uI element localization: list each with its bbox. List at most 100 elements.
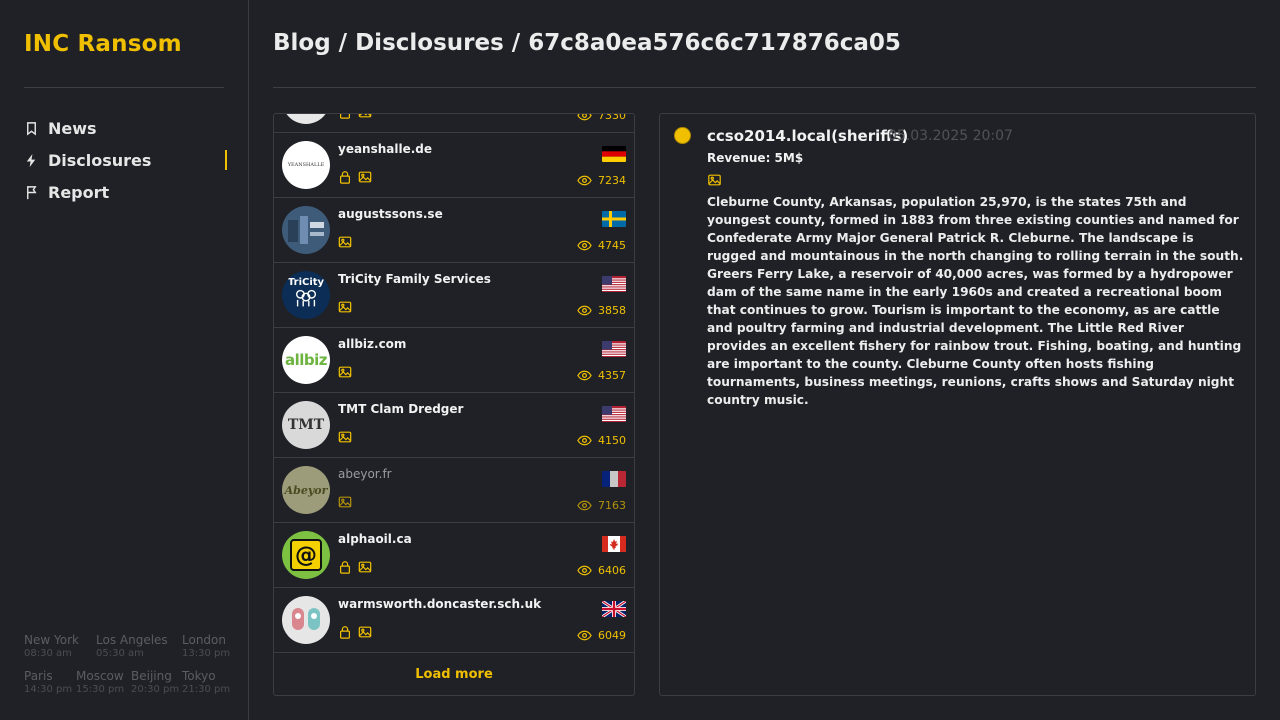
flag-usa-icon xyxy=(602,276,626,292)
sidebar-item-news[interactable]: News xyxy=(24,112,227,144)
clock-city: Los Angeles xyxy=(96,633,168,647)
status-indicator xyxy=(674,127,691,144)
image-icon xyxy=(358,626,372,638)
image-icon xyxy=(338,431,352,443)
company-logo xyxy=(282,206,330,254)
item-icons xyxy=(338,430,352,444)
item-icons xyxy=(338,625,372,639)
item-icons xyxy=(338,495,352,509)
clock-paris: Paris 14:30 pm xyxy=(24,669,72,696)
clock-beijing: Beijing 20:30 pm xyxy=(131,669,179,696)
list-item[interactable]: 7330 xyxy=(274,114,634,133)
clock-time: 05:30 am xyxy=(96,648,144,659)
detail-revenue: Revenue: 5M$ xyxy=(707,151,804,165)
brand-logo-text[interactable]: INC Ransom xyxy=(24,31,182,57)
clock-city: Paris xyxy=(24,669,53,683)
view-count: 7163 xyxy=(577,499,626,512)
clock-tokyo: Tokyo 21:30 pm xyxy=(182,669,230,696)
eye-icon xyxy=(577,175,592,186)
lock-icon xyxy=(340,114,350,119)
view-count: 6406 xyxy=(577,564,626,577)
company-logo: Abeyor xyxy=(282,466,330,514)
clock-time: 14:30 pm xyxy=(24,684,73,695)
clock-london: London 13:30 pm xyxy=(182,633,230,660)
clock-time: 15:30 pm xyxy=(76,684,125,695)
sidebar-item-report[interactable]: Report xyxy=(24,176,227,208)
flag-canada-icon xyxy=(602,536,626,552)
image-icon xyxy=(358,114,372,118)
view-count-value: 6406 xyxy=(598,564,626,577)
item-icons xyxy=(338,235,352,249)
list-item[interactable]: augustssons.se 4745 xyxy=(274,198,634,263)
company-logo xyxy=(282,114,330,124)
company-logo-text: TriCity xyxy=(287,277,325,288)
flag-icon xyxy=(27,185,37,199)
lightning-icon xyxy=(26,153,36,167)
clock-time: 21:30 pm xyxy=(182,684,231,695)
company-name: augustssons.se xyxy=(338,207,443,221)
sidebar: INC Ransom News Disclosures Report New Y… xyxy=(0,0,249,720)
clock-city: New York xyxy=(24,633,79,647)
item-icons xyxy=(338,170,372,184)
company-name: yeanshalle.de xyxy=(338,142,433,156)
list-item[interactable]: Abeyor abeyor.fr 7163 xyxy=(274,458,634,523)
clock-time: 13:30 pm xyxy=(182,648,231,659)
image-icon xyxy=(338,301,352,313)
lock-icon xyxy=(340,561,350,574)
eye-icon xyxy=(577,370,592,381)
company-logo: TriCity xyxy=(282,271,330,319)
list-item[interactable]: @ alphaoil.ca 6406 xyxy=(274,523,634,588)
eye-icon xyxy=(577,240,592,251)
view-count-value: 6049 xyxy=(598,629,626,642)
sidebar-divider xyxy=(24,87,224,88)
eye-icon xyxy=(577,630,592,641)
eye-icon xyxy=(577,565,592,576)
view-count-value: 7234 xyxy=(598,174,626,187)
clock-new-york: New York 08:30 am xyxy=(24,633,79,660)
view-count-value: 4745 xyxy=(598,239,626,252)
disclosure-detail: ccso2014.local(sheriffs) 05.03.2025 20:0… xyxy=(659,113,1256,696)
list-item[interactable]: warmsworth.doncaster.sch.uk 6049 xyxy=(274,588,634,653)
clock-city: Beijing xyxy=(131,669,172,683)
image-icon xyxy=(338,236,352,248)
item-icons xyxy=(338,560,372,574)
sidebar-item-label: Report xyxy=(48,182,110,202)
view-count: 7234 xyxy=(577,174,626,187)
eye-icon xyxy=(577,305,592,316)
clock-city: London xyxy=(182,633,226,647)
item-icons xyxy=(338,365,352,379)
image-icon xyxy=(358,171,372,183)
list-item[interactable]: YEANSHALLE yeanshalle.de 7234 xyxy=(274,133,634,198)
view-count: 7330 xyxy=(577,114,626,122)
company-logo-text: allbiz xyxy=(284,351,328,369)
clock-time: 08:30 am xyxy=(24,648,72,659)
load-more-button[interactable]: Load more xyxy=(274,653,634,695)
view-count: 4150 xyxy=(577,434,626,447)
detail-date: 05.03.2025 20:07 xyxy=(888,128,1013,144)
clock-city: Moscow xyxy=(76,669,124,683)
flag-germany-icon xyxy=(602,146,626,162)
image-icon xyxy=(338,496,352,508)
view-count: 6049 xyxy=(577,629,626,642)
list-item[interactable]: TriCity TriCity Family Services 3858 xyxy=(274,263,634,328)
list-item[interactable]: TMT TMT Clam Dredger 4150 xyxy=(274,393,634,458)
company-logo: YEANSHALLE xyxy=(282,141,330,189)
detail-title: ccso2014.local(sheriffs) xyxy=(707,127,909,145)
view-count: 3858 xyxy=(577,304,626,317)
clock-time: 20:30 pm xyxy=(131,684,180,695)
disclosure-list[interactable]: 7330 YEANSHALLE yeanshalle.de 7234 augus… xyxy=(273,113,635,696)
clock-moscow: Moscow 15:30 pm xyxy=(76,669,124,696)
clock-city: Tokyo xyxy=(182,669,216,683)
image-icon[interactable] xyxy=(707,173,722,187)
view-count-value: 3858 xyxy=(598,304,626,317)
image-icon xyxy=(338,366,352,378)
company-name: allbiz.com xyxy=(338,337,407,351)
company-name: warmsworth.doncaster.sch.uk xyxy=(338,597,542,611)
item-icons xyxy=(338,114,372,119)
company-name: TriCity Family Services xyxy=(338,272,491,286)
view-count-value: 4150 xyxy=(598,434,626,447)
list-item[interactable]: allbiz allbiz.com 4357 xyxy=(274,328,634,393)
item-icons xyxy=(338,300,352,314)
sidebar-item-disclosures[interactable]: Disclosures xyxy=(24,144,227,176)
bookmark-icon xyxy=(27,121,36,136)
